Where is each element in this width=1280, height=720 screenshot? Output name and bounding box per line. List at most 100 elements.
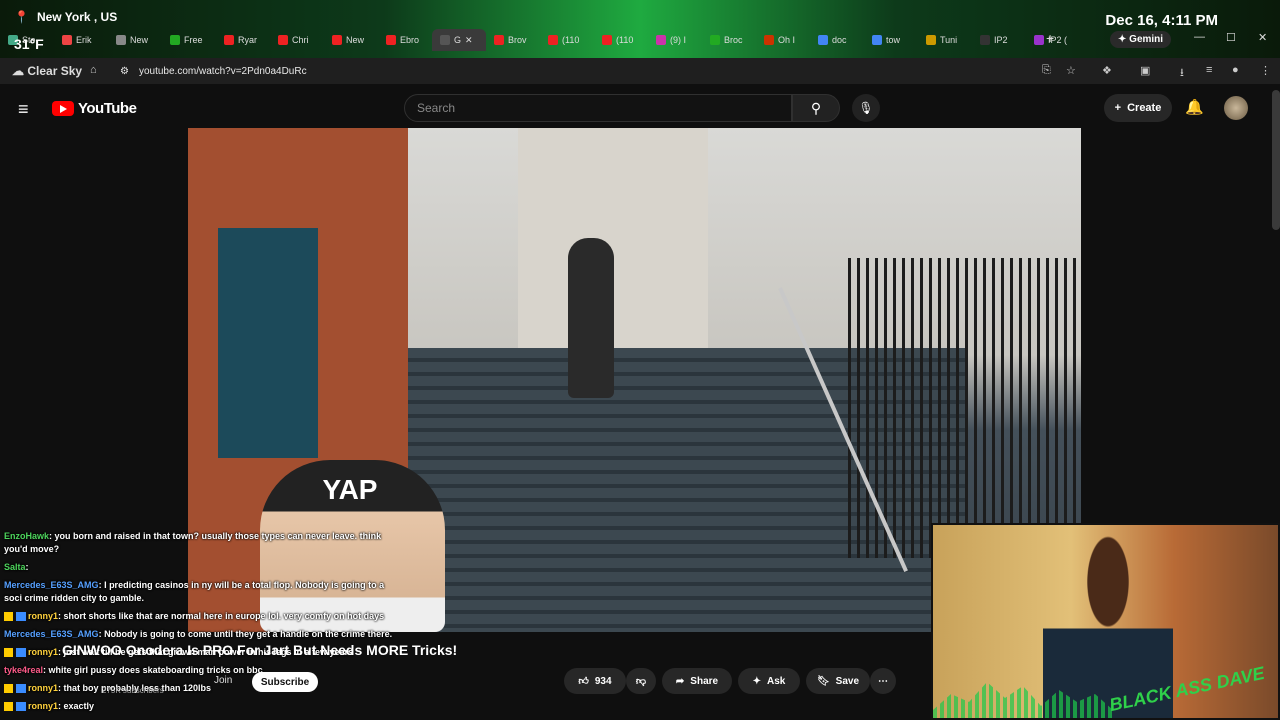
browser-tab[interactable]: tow (864, 29, 918, 51)
ask-button[interactable]: ✦ Ask (738, 668, 800, 694)
tab-favicon-icon (602, 35, 612, 45)
reading-list-icon[interactable]: ≡ (1206, 64, 1212, 76)
chat-username: Mercedes_E63S_AMG (4, 629, 99, 639)
tab-favicon-icon (656, 35, 666, 45)
tab-label: (9) I (670, 35, 687, 45)
join-button[interactable]: Join (214, 675, 232, 686)
save-button[interactable]: 🔖︎ Save (806, 668, 870, 694)
tab-favicon-icon (278, 35, 288, 45)
profile-icon[interactable]: ● (1232, 64, 1239, 76)
browser-tab[interactable]: (110 (594, 29, 648, 51)
new-tab-button[interactable]: + (1046, 30, 1054, 46)
tab-favicon-icon (386, 35, 396, 45)
youtube-play-icon (52, 101, 74, 116)
more-actions-button[interactable]: ⋯ (870, 668, 896, 694)
dislike-button[interactable]: 👎︎ (626, 668, 656, 694)
gemini-button[interactable]: ✦ Gemini (1110, 31, 1172, 48)
tab-label: doc (832, 35, 847, 45)
close-tab-icon[interactable]: ✕ (465, 35, 473, 46)
tab-favicon-icon (440, 35, 450, 45)
tab-favicon-icon (116, 35, 126, 45)
chat-message: ronny1: exactly (4, 700, 404, 713)
address-bar[interactable]: ⚙ youtube.com/watch?v=2Pdn0a4DuRc (120, 62, 1035, 80)
location-text: New York , US (36, 10, 118, 24)
tab-favicon-icon (494, 35, 504, 45)
close-window-icon[interactable]: ✕ (1258, 31, 1267, 44)
download-icon[interactable]: ⭳ (1180, 64, 1184, 83)
notifications-bell-icon[interactable]: 🔔 (1185, 98, 1204, 116)
bookmark-star-icon[interactable]: ☆ (1066, 64, 1076, 77)
tab-favicon-icon (764, 35, 774, 45)
browser-tab[interactable]: Tuni (918, 29, 972, 51)
tab-label: Brov (508, 35, 527, 45)
search-input[interactable]: Search (404, 94, 792, 122)
chat-username: tyke4real (4, 665, 44, 675)
install-app-icon[interactable]: ⎘ (1042, 64, 1051, 77)
like-button[interactable]: 👍︎ 934 (564, 668, 626, 694)
site-info-icon[interactable]: ⚙ (120, 66, 129, 77)
browser-menu-icon[interactable]: ⋮ (1260, 64, 1271, 77)
browser-tab[interactable]: (9) I (648, 29, 702, 51)
share-label: Share (690, 675, 719, 687)
webcam-overlay: BLACK ASS DAVE (931, 523, 1280, 720)
chat-message: ronny1: that boy probably less than 120l… (4, 682, 404, 695)
voice-search-button[interactable]: 🎙 (852, 94, 880, 122)
browser-tab[interactable]: (110 (540, 29, 594, 51)
tab-label: Oh I (778, 35, 796, 45)
yap-hat-text: YAP (322, 474, 378, 505)
create-label: Create (1127, 102, 1162, 114)
browser-tab[interactable]: Ebro (378, 29, 432, 51)
tab-favicon-icon (710, 35, 720, 45)
chat-username: ronny1 (28, 683, 59, 693)
browser-tab[interactable]: New (108, 29, 162, 51)
browser-tab[interactable]: IP2 (972, 29, 1026, 51)
subscribe-button[interactable]: Subscribe (252, 672, 318, 692)
plus-icon: + (1114, 102, 1122, 114)
tab-favicon-icon (548, 35, 558, 45)
browser-tab[interactable]: Brov (486, 29, 540, 51)
browser-tab[interactable]: G ✕ (432, 29, 486, 51)
chat-separator: : (25, 562, 29, 572)
browser-tab[interactable]: doc (810, 29, 864, 51)
browser-tab[interactable]: Free (162, 29, 216, 51)
maximize-icon[interactable]: ☐ (1226, 31, 1236, 44)
tab-label: IP2 (994, 35, 1008, 45)
browser-tab[interactable]: Broc (702, 29, 756, 51)
temperature-text: 31°F (14, 36, 44, 52)
split-view-icon[interactable]: ▣ (1140, 64, 1150, 77)
tab-favicon-icon (62, 35, 72, 45)
chat-username: ronny1 (28, 611, 59, 621)
tab-label: G (454, 35, 462, 45)
gemini-icon: ✦ (1118, 34, 1127, 45)
chat-message: Mercedes_E63S_AMG: Nobody is going to co… (4, 628, 404, 641)
home-icon[interactable]: ⌂ (90, 64, 97, 76)
create-button[interactable]: + Create (1104, 94, 1172, 122)
extensions-icon[interactable]: ❖ (1102, 64, 1112, 77)
tab-label: (110 (616, 35, 634, 45)
chat-text: exactly (63, 701, 95, 711)
search-button[interactable]: ⚲ (792, 94, 840, 122)
thumbs-up-icon: 👍︎ (578, 676, 589, 687)
share-button[interactable]: ➦ Share (662, 668, 732, 694)
subscriber-badge-icon (4, 612, 26, 622)
chat-username: ronny1 (28, 701, 59, 711)
browser-tab[interactable]: Ryar (216, 29, 270, 51)
browser-tab[interactable]: New (324, 29, 378, 51)
tab-label: Tuni (940, 35, 958, 45)
browser-tab[interactable]: Erik (54, 29, 108, 51)
tab-favicon-icon (872, 35, 882, 45)
browser-tab[interactable]: Chri (270, 29, 324, 51)
subscriber-badge-icon (4, 648, 26, 658)
page-scrollbar[interactable] (1272, 90, 1280, 230)
search-icon: ⚲ (810, 99, 822, 116)
tab-favicon-icon (332, 35, 342, 45)
minimize-icon[interactable]: — (1194, 31, 1205, 43)
hamburger-menu-icon[interactable]: ≡ (18, 99, 29, 120)
weather-text: Clear Sky (27, 64, 83, 78)
chat-message: Salta: (4, 561, 404, 574)
youtube-logo[interactable]: YouTube (52, 100, 137, 117)
browser-tab[interactable]: Oh I (756, 29, 810, 51)
chat-username: EnzoHawk (4, 531, 50, 541)
account-avatar[interactable] (1224, 96, 1248, 120)
video-title: GINWOO Onodera Is PRO For Jart But Needs… (62, 642, 458, 658)
